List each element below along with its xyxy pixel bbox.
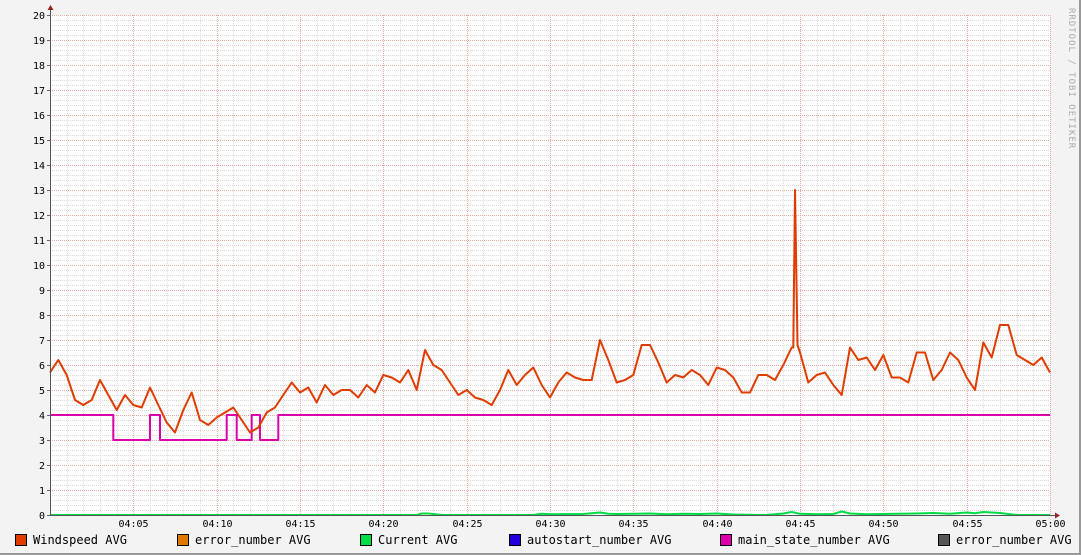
x-tick-label: 04:20 — [368, 519, 398, 530]
legend-swatch — [720, 534, 732, 546]
y-tick-label: 13 — [33, 186, 45, 197]
y-tick-label: 19 — [33, 36, 45, 47]
y-tick-label: 5 — [39, 386, 45, 397]
legend-swatch — [15, 534, 27, 546]
legend-label: Windspeed AVG — [33, 533, 127, 547]
legend-label: main_state_number AVG — [738, 533, 890, 547]
y-tick-label: 15 — [33, 136, 45, 147]
x-tick-label: 04:30 — [535, 519, 565, 530]
y-tick-label: 14 — [33, 161, 45, 172]
y-tick-label: 12 — [33, 211, 45, 222]
y-tick-label: 20 — [33, 11, 45, 22]
x-tick-label: 04:40 — [702, 519, 732, 530]
legend-item: autostart_number AVG — [509, 533, 672, 547]
legend-item: main_state_number AVG — [720, 533, 890, 547]
y-tick-label: 7 — [39, 336, 45, 347]
y-tick-label: 4 — [39, 411, 45, 422]
y-tick-label: 17 — [33, 86, 45, 97]
y-tick-label: 18 — [33, 61, 45, 72]
legend-item: error_number AVG — [938, 533, 1072, 547]
legend-label: autostart_number AVG — [527, 533, 672, 547]
legend-item: error_number AVG — [177, 533, 311, 547]
x-tick-label: 04:50 — [868, 519, 898, 530]
y-axis-arrow-icon — [47, 5, 54, 10]
y-tick-label: 11 — [33, 236, 45, 247]
rrd-chart: 0123456789101112131415161718192004:05 04:… — [33, 5, 1066, 530]
x-tick-label: 04:15 — [285, 519, 315, 530]
y-tick-label: 10 — [33, 261, 45, 272]
legend-swatch — [177, 534, 189, 546]
y-tick-label: 9 — [39, 286, 45, 297]
y-tick-label: 0 — [39, 511, 45, 522]
y-tick-label: 8 — [39, 311, 45, 322]
legend-label: Current AVG — [378, 533, 458, 547]
y-tick-label: 3 — [39, 436, 45, 447]
watermark: RRDTOOL / TOBI OETIKER — [1066, 8, 1076, 150]
legend-label: error_number AVG — [195, 533, 311, 547]
x-tick-label: 04:35 — [618, 519, 648, 530]
legend-swatch — [360, 534, 372, 546]
x-tick-label: 04:10 — [202, 519, 232, 530]
legend-label: error_number AVG — [956, 533, 1072, 547]
x-axis-arrow-icon — [1055, 512, 1060, 519]
x-tick-label: 04:55 — [952, 519, 982, 530]
y-tick-label: 16 — [33, 111, 45, 122]
x-tick-label: 04:45 — [785, 519, 815, 530]
y-tick-label: 2 — [39, 461, 45, 472]
x-tick-label: 05:00 — [1035, 519, 1065, 530]
legend-item: Windspeed AVG — [15, 533, 127, 547]
y-tick-label: 6 — [39, 361, 45, 372]
legend-item: Current AVG — [360, 533, 457, 547]
legend-swatch — [509, 534, 521, 546]
y-tick-label: 1 — [39, 486, 45, 497]
x-tick-label: 04:25 — [452, 519, 482, 530]
legend-swatch — [938, 534, 950, 546]
x-tick-label: 04:05 — [118, 519, 148, 530]
